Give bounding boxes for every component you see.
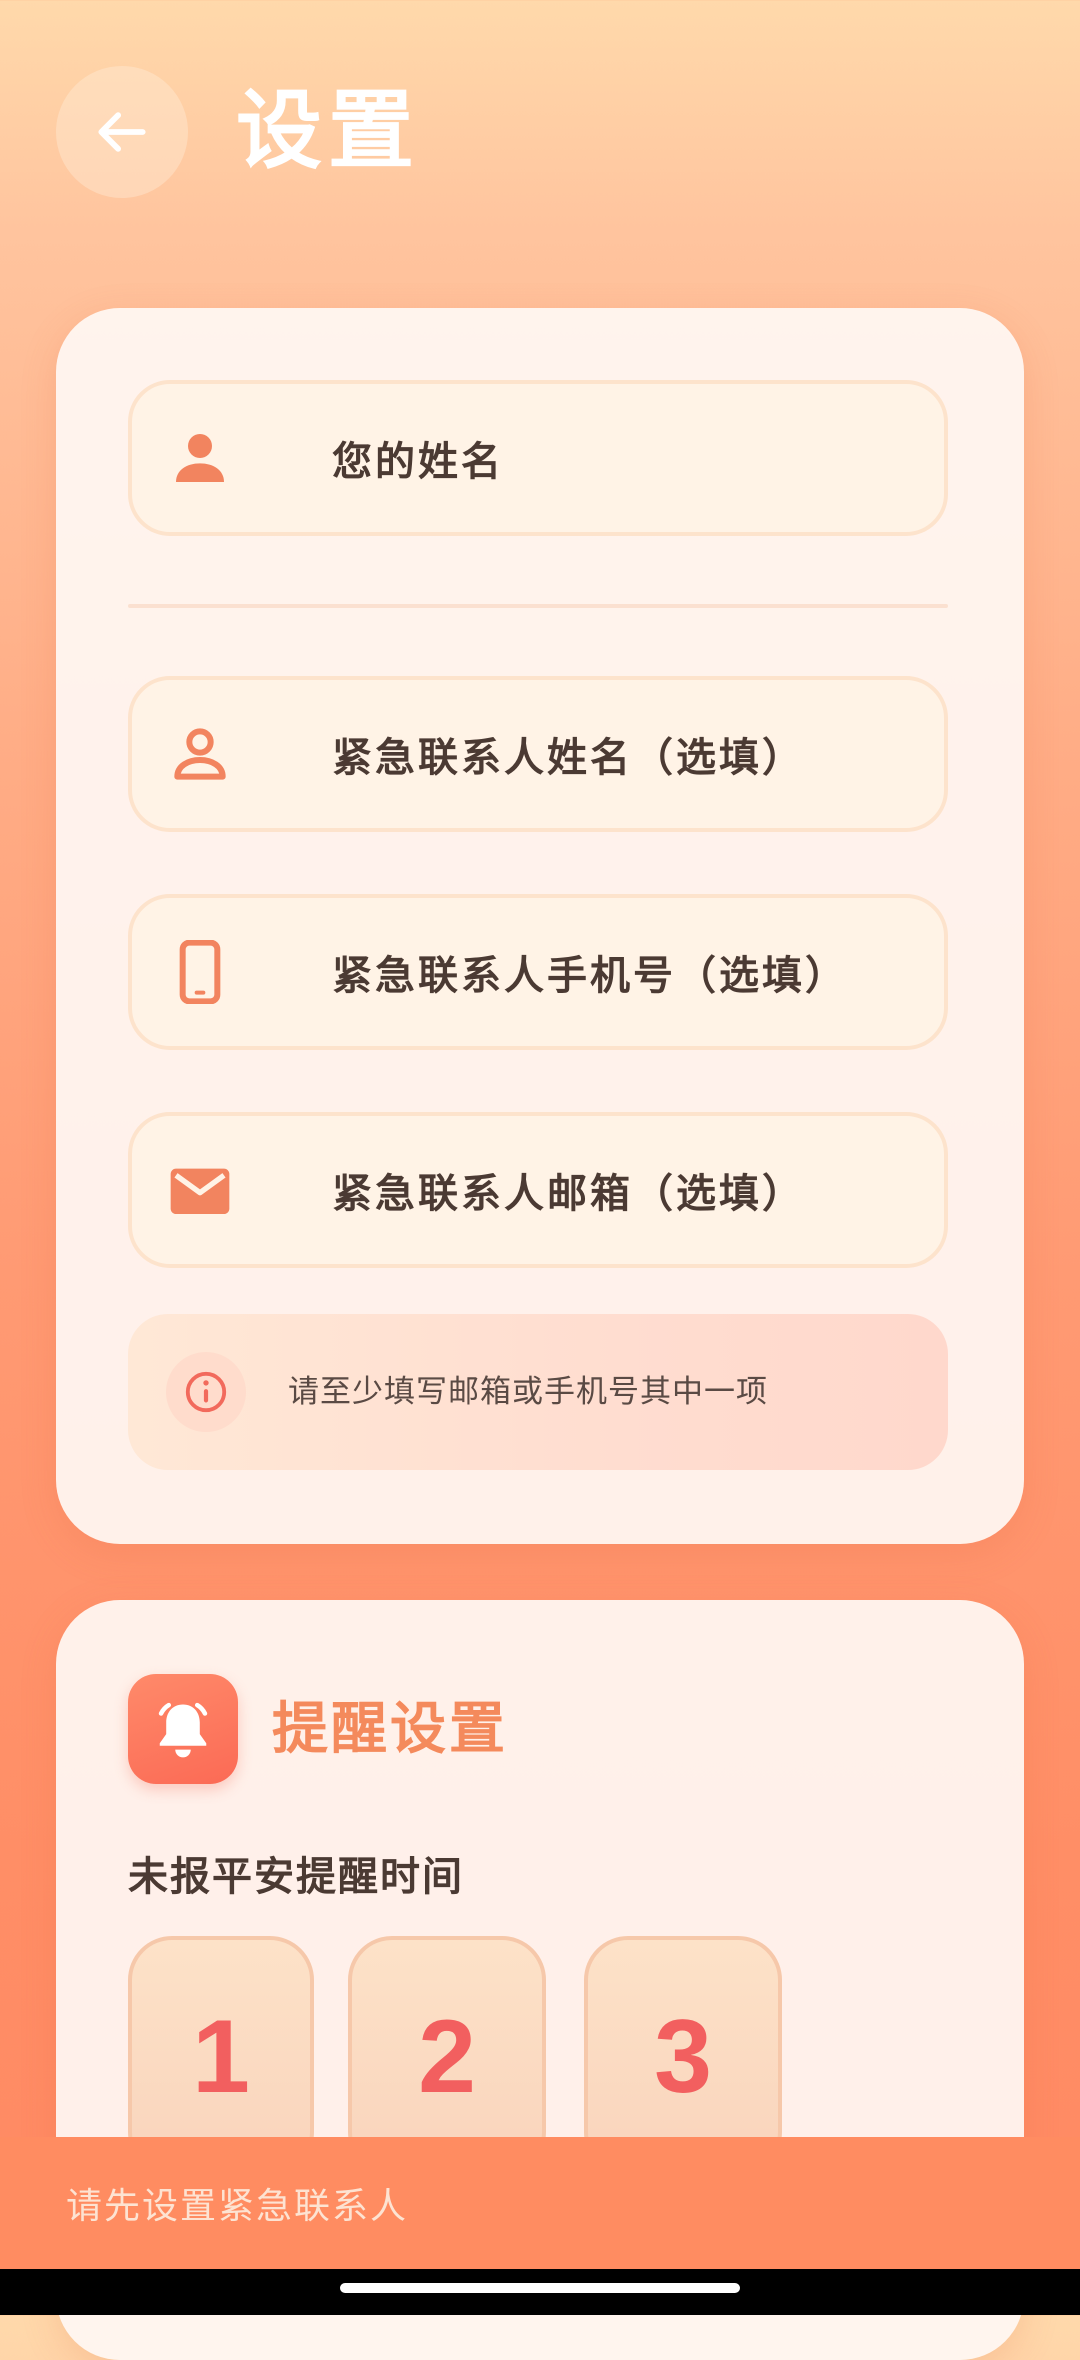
contact-name-placeholder: 紧急联系人姓名（选填） [332, 735, 805, 781]
divider [128, 604, 948, 608]
your-name-field[interactable]: 您的姓名 [128, 380, 948, 536]
contact-phone-placeholder: 紧急联系人手机号（选填） [332, 953, 848, 999]
toast-banner: 请先设置紧急联系人 [0, 2137, 1080, 2269]
person-filled-icon [168, 426, 232, 490]
contact-email-placeholder: 紧急联系人邮箱（选填） [332, 1171, 805, 1217]
emergency-contact-card: 您的姓名 紧急联系人姓名（选填） 紧急联系人手机号（选填） 紧急联系人邮箱（选填… [56, 308, 1024, 1544]
contact-email-field[interactable]: 紧急联系人邮箱（选填） [128, 1112, 948, 1268]
info-icon [166, 1352, 246, 1432]
page-title: 设置 [236, 81, 420, 181]
reminder-section-title: 提醒设置 [272, 1697, 508, 1762]
home-indicator[interactable] [340, 2283, 740, 2293]
person-outline-icon [168, 722, 232, 786]
toast-text: 请先设置紧急联系人 [66, 2186, 409, 2227]
bell-icon [128, 1674, 238, 1784]
system-nav-bar [0, 2269, 1080, 2315]
requirement-notice: 请至少填写邮箱或手机号其中一项 [128, 1314, 948, 1470]
contact-name-field[interactable]: 紧急联系人姓名（选填） [128, 676, 948, 832]
contact-phone-field[interactable]: 紧急联系人手机号（选填） [128, 894, 948, 1050]
reminder-time-label: 未报平安提醒时间 [128, 1854, 464, 1900]
phone-icon [168, 940, 232, 1004]
back-button[interactable] [56, 66, 188, 198]
your-name-placeholder: 您的姓名 [332, 439, 504, 485]
arrow-left-icon [98, 112, 146, 152]
notice-text: 请至少填写邮箱或手机号其中一项 [288, 1374, 768, 1410]
mail-icon [168, 1158, 232, 1222]
